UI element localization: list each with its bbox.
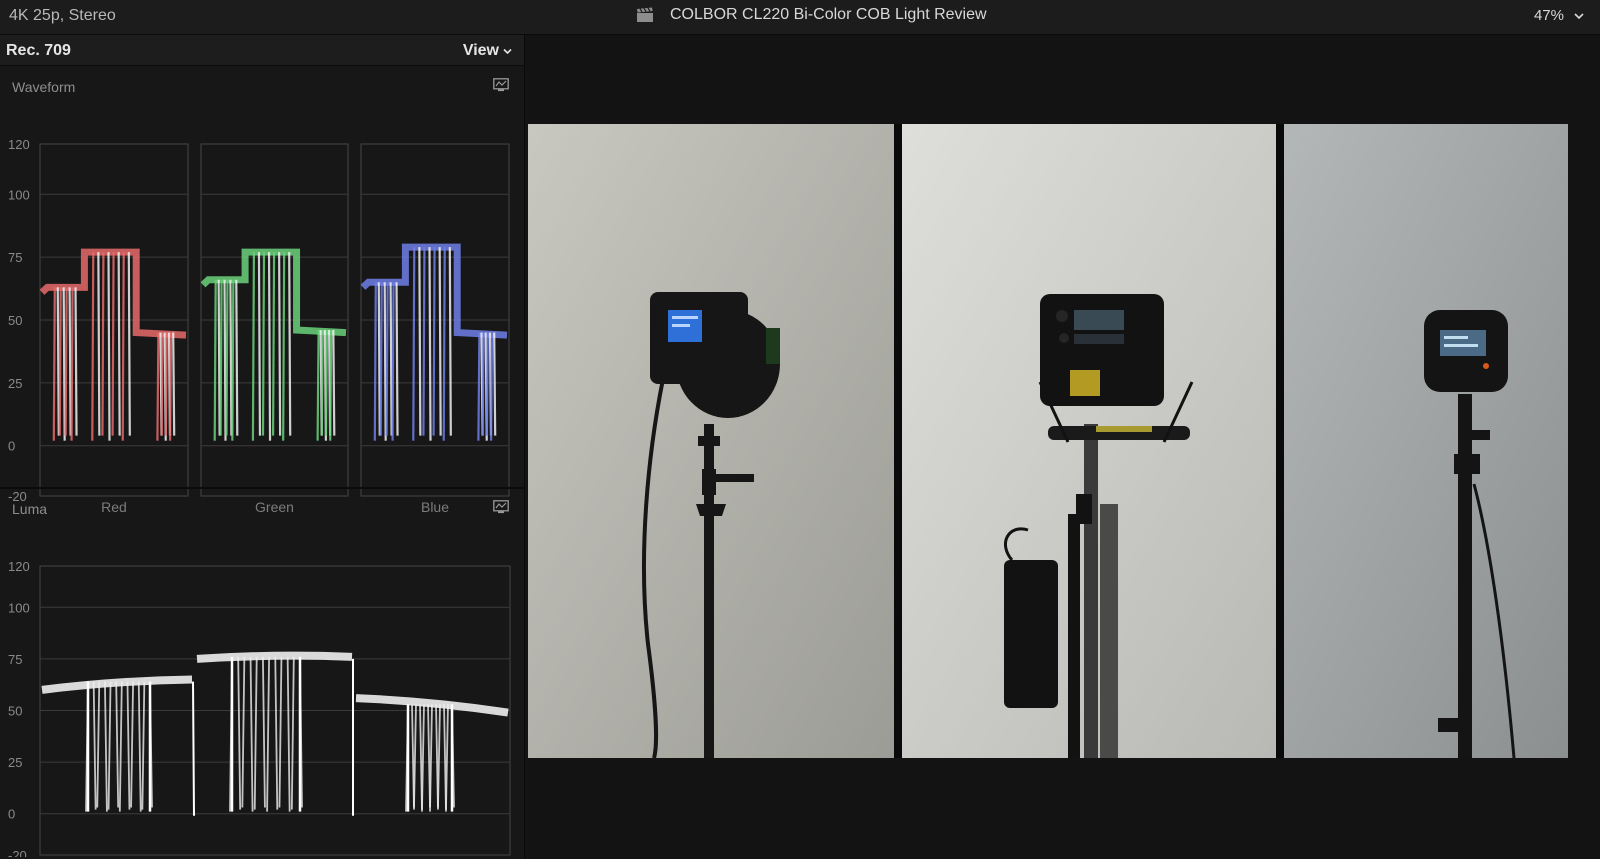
scope-divider bbox=[0, 487, 524, 489]
axis-tick-label: 100 bbox=[8, 187, 30, 202]
axis-tick-label: 25 bbox=[8, 755, 22, 770]
zoom-menu[interactable]: 47% bbox=[1534, 7, 1584, 24]
channel-label: Blue bbox=[421, 499, 449, 515]
video-scopes-panel: Rec. 709 View Waveform 120 100 75 50 25 0 -20 R… bbox=[0, 35, 525, 859]
waveform-trace-blue bbox=[360, 243, 508, 441]
axis-tick-label: 0 bbox=[8, 439, 15, 454]
axis-tick-label: -20 bbox=[8, 848, 27, 857]
project-format-label: 4K 25p, Stereo bbox=[9, 7, 116, 24]
axis-tick-label: 50 bbox=[8, 704, 22, 719]
clip-title-group: COLBOR CL220 Bi-Color COB Light Review bbox=[636, 6, 987, 24]
view-menu-label: View bbox=[462, 42, 499, 59]
scope-settings-icon[interactable] bbox=[493, 78, 509, 92]
rgb-parade-waveform: 1201007550250-20Red Green Blue bbox=[8, 137, 510, 515]
axis-tick-label: 75 bbox=[8, 652, 22, 667]
viewer-top-bar: 4K 25p, Stereo COLBOR CL220 Bi-Color COB… bbox=[0, 0, 1600, 35]
waveform-trace-red bbox=[39, 248, 187, 441]
channel-label: Red bbox=[101, 499, 127, 515]
video-frame[interactable] bbox=[528, 124, 1568, 758]
clapperboard-icon bbox=[637, 7, 653, 22]
axis-tick-label: 120 bbox=[8, 137, 30, 152]
clip-title: COLBOR CL220 Bi-Color COB Light Review bbox=[670, 6, 987, 23]
comparison-panel-right bbox=[1284, 124, 1568, 758]
panel-divider bbox=[1276, 124, 1284, 758]
axis-tick-label: 25 bbox=[8, 376, 22, 391]
zoom-level: 47% bbox=[1533, 7, 1564, 24]
channel-label: Green bbox=[255, 499, 294, 515]
video-viewer[interactable] bbox=[526, 35, 1600, 859]
scopes-header: Rec. 709 View bbox=[0, 35, 524, 66]
axis-tick-label: 75 bbox=[8, 250, 22, 265]
chevron-down-icon bbox=[1574, 12, 1584, 19]
axis-tick-label: 50 bbox=[8, 313, 22, 328]
waveform-trace-green bbox=[200, 248, 347, 441]
luma-waveform: 120 100 75 50 25 0 -20 bbox=[8, 559, 511, 857]
color-standard-label: Rec. 709 bbox=[6, 42, 71, 59]
axis-tick-label: 100 bbox=[8, 600, 30, 615]
waveform-label: Waveform bbox=[12, 79, 76, 95]
panel-divider bbox=[894, 124, 902, 758]
luma-trace bbox=[41, 651, 509, 816]
chevron-down-icon bbox=[503, 48, 512, 54]
axis-tick-label: 0 bbox=[8, 807, 15, 822]
axis-tick-label: 120 bbox=[8, 559, 30, 574]
luma-label: Luma bbox=[12, 501, 48, 517]
view-menu-button[interactable]: View bbox=[463, 42, 512, 60]
scope-settings-icon[interactable] bbox=[493, 500, 509, 514]
